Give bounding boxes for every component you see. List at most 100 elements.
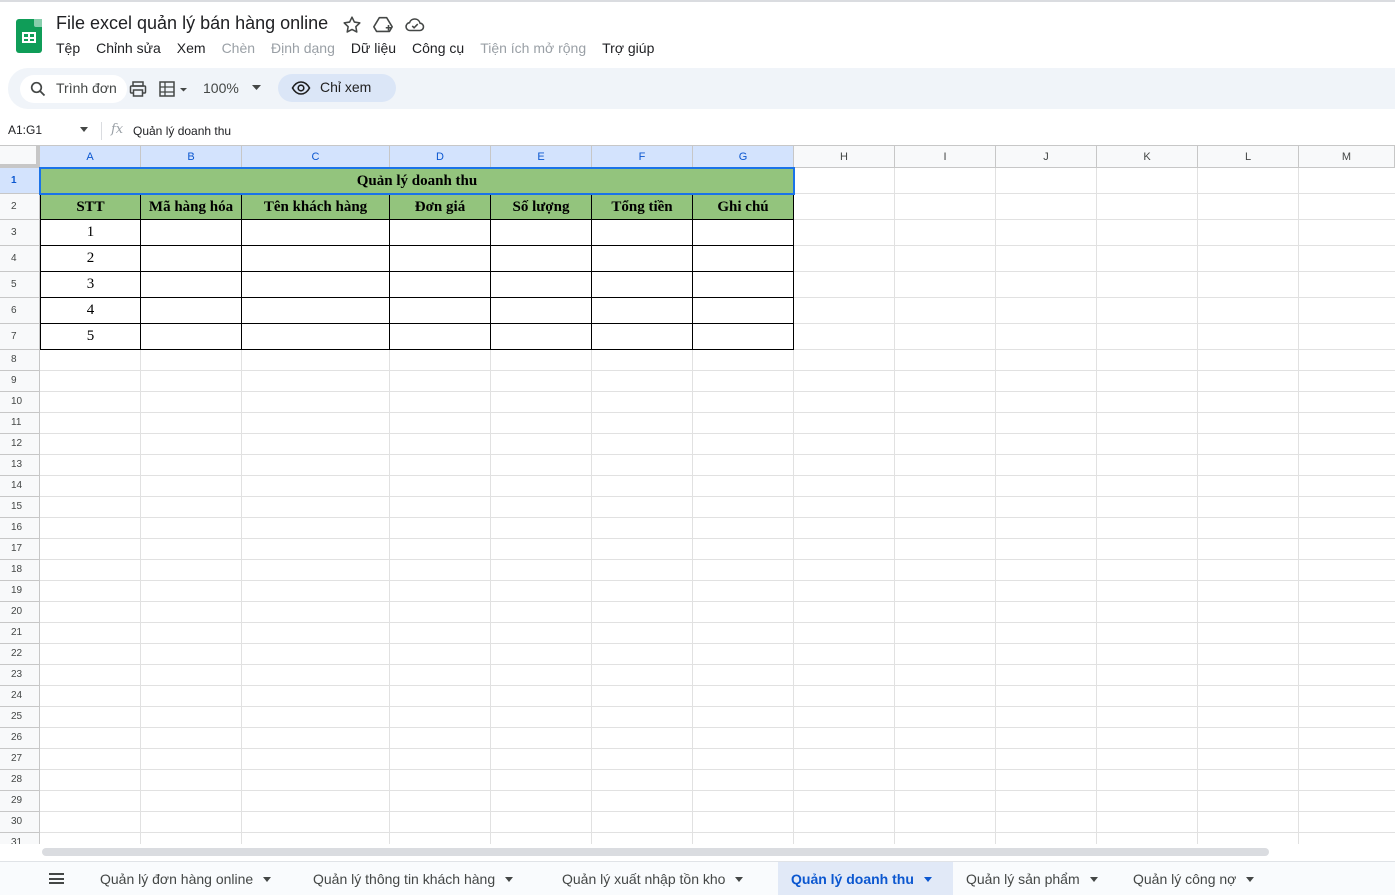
header-cell-c[interactable]: Tên khách hàng — [241, 194, 390, 221]
chevron-down-icon[interactable] — [735, 877, 744, 882]
row-header-11[interactable]: 11 — [0, 413, 40, 434]
column-header-a[interactable]: A — [40, 146, 141, 168]
sheets-logo-icon[interactable] — [16, 19, 42, 53]
row-header-19[interactable]: 19 — [0, 581, 40, 602]
chevron-down-icon[interactable] — [923, 877, 932, 882]
sheet-tab-4[interactable]: Quản lý doanh thu — [778, 862, 953, 895]
column-header-e[interactable]: E — [491, 146, 592, 168]
table-cell[interactable] — [591, 245, 693, 272]
table-cell[interactable] — [389, 297, 491, 324]
row-header-1[interactable]: 1 — [0, 168, 40, 194]
column-header-k[interactable]: K — [1097, 146, 1198, 168]
menu-view[interactable]: Xem — [177, 40, 206, 60]
header-cell-d[interactable]: Đơn giá — [389, 194, 491, 221]
row-header-3[interactable]: 3 — [0, 220, 40, 246]
header-cell-g[interactable]: Ghi chú — [692, 194, 794, 221]
menu-extensions[interactable]: Tiện ích mở rộng — [480, 40, 586, 60]
star-icon[interactable] — [341, 14, 363, 36]
header-cell-b[interactable]: Mã hàng hóa — [140, 194, 242, 221]
table-cell[interactable] — [140, 219, 242, 246]
column-header-d[interactable]: D — [390, 146, 491, 168]
table-cell[interactable] — [389, 323, 491, 350]
table-cell[interactable] — [389, 271, 491, 298]
row-header-5[interactable]: 5 — [0, 272, 40, 298]
row-header-18[interactable]: 18 — [0, 560, 40, 581]
table-cell[interactable] — [490, 219, 592, 246]
table-cell[interactable] — [490, 297, 592, 324]
row-header-25[interactable]: 25 — [0, 707, 40, 728]
table-cell[interactable] — [241, 219, 390, 246]
column-header-c[interactable]: C — [242, 146, 390, 168]
sheet-tab-3[interactable]: Quản lý xuất nhập tồn kho — [549, 862, 777, 895]
row-header-15[interactable]: 15 — [0, 497, 40, 518]
row-header-28[interactable]: 28 — [0, 770, 40, 791]
table-cell[interactable] — [591, 323, 693, 350]
table-cell[interactable] — [140, 271, 242, 298]
row-header-13[interactable]: 13 — [0, 455, 40, 476]
zoom-select[interactable]: 100% — [203, 80, 239, 96]
column-header-m[interactable]: M — [1299, 146, 1395, 168]
table-cell[interactable] — [389, 245, 491, 272]
stt-cell[interactable]: 2 — [40, 245, 141, 272]
row-header-12[interactable]: 12 — [0, 434, 40, 455]
row-header-31[interactable]: 31 — [0, 833, 40, 844]
menu-edit[interactable]: Chỉnh sửa — [96, 40, 161, 60]
zoom-caret-icon[interactable] — [252, 85, 261, 91]
row-header-29[interactable]: 29 — [0, 791, 40, 812]
select-all-corner[interactable] — [0, 146, 40, 168]
table-cell[interactable] — [389, 219, 491, 246]
column-header-f[interactable]: F — [592, 146, 693, 168]
stt-cell[interactable]: 3 — [40, 271, 141, 298]
row-header-30[interactable]: 30 — [0, 812, 40, 833]
header-cell-f[interactable]: Tổng tiền — [591, 194, 693, 221]
stt-cell[interactable]: 4 — [40, 297, 141, 324]
table-cell[interactable] — [140, 323, 242, 350]
table-cell[interactable] — [490, 271, 592, 298]
table-cell[interactable] — [241, 323, 390, 350]
formula-input[interactable]: Quản lý doanh thu — [133, 124, 231, 138]
chevron-down-icon[interactable] — [505, 877, 514, 882]
row-header-26[interactable]: 26 — [0, 728, 40, 749]
menu-file[interactable]: Tệp — [56, 40, 80, 60]
menu-insert[interactable]: Chèn — [222, 40, 255, 60]
column-header-g[interactable]: G — [693, 146, 794, 168]
cloud-status-icon[interactable] — [404, 14, 426, 36]
table-cell[interactable] — [140, 297, 242, 324]
row-header-14[interactable]: 14 — [0, 476, 40, 497]
row-header-4[interactable]: 4 — [0, 246, 40, 272]
move-to-drive-icon[interactable] — [372, 14, 394, 36]
table-cell[interactable] — [490, 245, 592, 272]
chevron-down-icon[interactable] — [263, 877, 272, 882]
table-cell[interactable] — [692, 245, 794, 272]
all-sheets-menu-icon[interactable] — [49, 873, 64, 884]
table-cell[interactable] — [591, 271, 693, 298]
sheet-tab-6[interactable]: Quản lý công nợ — [1120, 862, 1278, 895]
row-header-27[interactable]: 27 — [0, 749, 40, 770]
header-cell-a[interactable]: STT — [40, 194, 141, 221]
row-header-7[interactable]: 7 — [0, 324, 40, 350]
table-cell[interactable] — [692, 219, 794, 246]
sheet-tab-5[interactable]: Quản lý sản phẩm — [953, 862, 1119, 895]
table-cell[interactable] — [692, 323, 794, 350]
row-header-9[interactable]: 9 — [0, 371, 40, 392]
sheet-tab-1[interactable]: Quản lý đơn hàng online — [87, 862, 299, 895]
column-header-i[interactable]: I — [895, 146, 996, 168]
table-cell[interactable] — [692, 271, 794, 298]
table-cell[interactable] — [241, 271, 390, 298]
row-header-24[interactable]: 24 — [0, 686, 40, 707]
row-header-20[interactable]: 20 — [0, 602, 40, 623]
stt-cell[interactable]: 5 — [40, 323, 141, 350]
menu-data[interactable]: Dữ liệu — [351, 40, 396, 60]
print-icon[interactable] — [128, 78, 148, 100]
name-box[interactable]: A1:G1 — [8, 123, 42, 137]
row-header-23[interactable]: 23 — [0, 665, 40, 686]
menu-help[interactable]: Trợ giúp — [602, 40, 654, 60]
table-cell[interactable] — [591, 219, 693, 246]
table-cell[interactable] — [241, 245, 390, 272]
row-header-16[interactable]: 16 — [0, 518, 40, 539]
row-header-22[interactable]: 22 — [0, 644, 40, 665]
table-cell[interactable] — [490, 323, 592, 350]
menu-format[interactable]: Định dạng — [271, 40, 335, 60]
column-header-b[interactable]: B — [141, 146, 242, 168]
row-header-6[interactable]: 6 — [0, 298, 40, 324]
